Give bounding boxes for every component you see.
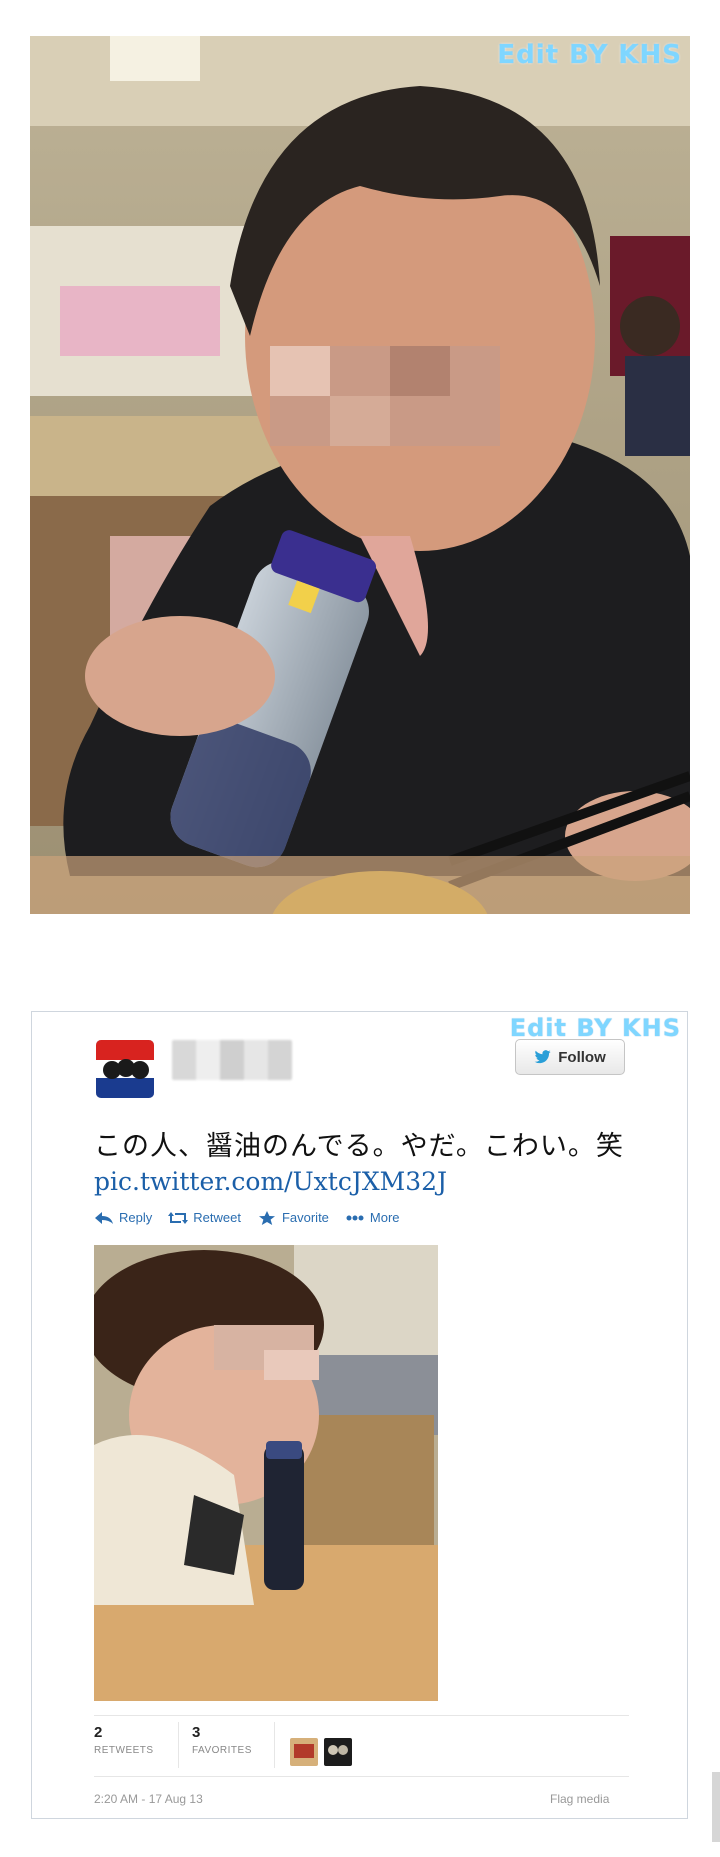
more-icon	[346, 1215, 364, 1220]
retweet-icon	[168, 1211, 189, 1224]
favorites-count: 3	[192, 1724, 201, 1741]
username-blurred	[172, 1040, 292, 1080]
more-label: More	[369, 1210, 400, 1225]
flag-media-link[interactable]: Flag media	[550, 1792, 609, 1806]
retweets-count: 2	[94, 1724, 103, 1741]
reply-action[interactable]: Reply	[94, 1210, 152, 1225]
favorite-label: Favorite	[281, 1210, 329, 1225]
avatar[interactable]	[96, 1040, 154, 1098]
more-action[interactable]: More	[345, 1210, 400, 1225]
retweets-label: RETWEETS	[94, 1745, 154, 1756]
tweet-media-link[interactable]: pic.twitter.com/UxtcJXM32J	[94, 1167, 447, 1196]
watermark-top: Edit BY KHS	[497, 40, 682, 70]
tweet-timestamp[interactable]: 2:20 AM - 17 Aug 13	[94, 1792, 203, 1806]
tweet-text: この人、醤油のんでる。やだ。こわい。笑	[94, 1131, 624, 1162]
retweet-action[interactable]: Retweet	[168, 1210, 241, 1225]
watermark-tweet: Edit BY KHS	[509, 1014, 681, 1042]
favoriter-avatar[interactable]	[290, 1738, 318, 1766]
follow-label: Follow	[558, 1048, 606, 1066]
stats-divider	[274, 1722, 275, 1768]
favoriter-avatar-image	[290, 1738, 318, 1766]
edge-scroll-box	[712, 1772, 720, 1842]
retweet-label: Retweet	[193, 1210, 241, 1225]
tweet-media-photo[interactable]	[94, 1245, 438, 1701]
star-icon	[258, 1210, 275, 1225]
tweet-actions: Reply Retweet Favorite More	[94, 1210, 400, 1225]
reply-label: Reply	[119, 1210, 153, 1225]
avatar-image	[96, 1040, 154, 1098]
twitter-bird-icon	[534, 1050, 551, 1064]
favorite-action[interactable]: Favorite	[257, 1210, 329, 1225]
retweets-stat[interactable]: 2 RETWEETS	[94, 1724, 154, 1756]
stats-divider	[178, 1722, 179, 1768]
restaurant-photo-image	[30, 36, 690, 914]
restaurant-photo: Edit BY KHS	[30, 36, 690, 914]
favorites-stat[interactable]: 3 FAVORITES	[192, 1724, 252, 1756]
follow-button[interactable]: Follow	[515, 1039, 625, 1075]
tweet-media-image	[94, 1245, 438, 1701]
favoriter-avatar[interactable]	[324, 1738, 352, 1766]
favoriter-avatar-image	[324, 1738, 352, 1766]
tweet-stats: 2 RETWEETS 3 FAVORITES	[94, 1715, 629, 1777]
reply-icon	[95, 1211, 113, 1224]
favorites-label: FAVORITES	[192, 1745, 252, 1756]
tweet-card: Edit BY KHS Follow この人、醤油のんでる。やだ。こわい。笑 p…	[31, 1011, 688, 1819]
